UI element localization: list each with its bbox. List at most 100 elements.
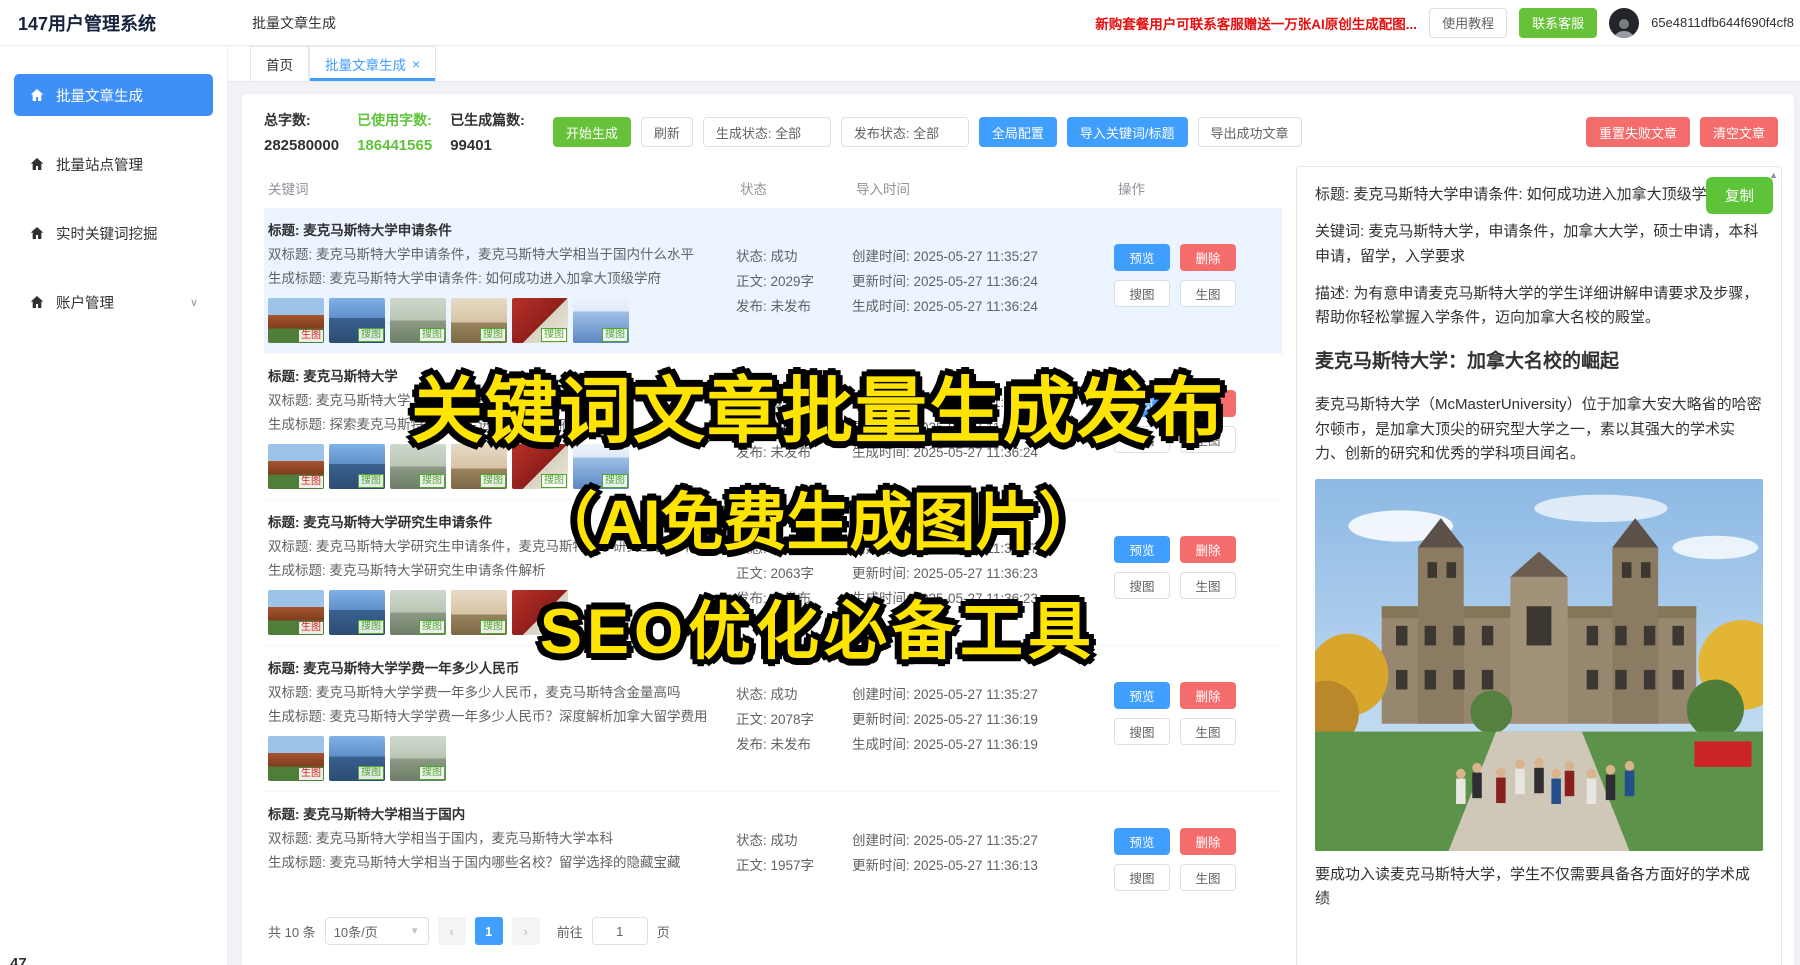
- tab-close-icon[interactable]: ×: [412, 56, 420, 72]
- delete-button[interactable]: 删除: [1180, 536, 1236, 563]
- header-import-time: 导入时间: [856, 178, 1118, 198]
- prev-page-button[interactable]: ‹: [438, 917, 466, 945]
- sidebar-items: 批量文章生成批量站点管理实时关键词挖掘账户管理∨: [0, 74, 227, 323]
- status-line: 发布: 未发布: [736, 440, 852, 465]
- generate-image-button[interactable]: 生图: [1180, 864, 1236, 891]
- goto-page-input[interactable]: [592, 917, 648, 945]
- sidebar-item-batch-article-gen[interactable]: 批量文章生成: [14, 74, 213, 116]
- status-cell: 状态: 成功正文: 2078字发布: 未发布: [736, 657, 852, 781]
- generated-image-tag: 生图: [299, 622, 323, 634]
- article-thumbnail[interactable]: 搜图: [573, 298, 629, 343]
- article-thumbnail[interactable]: 搜图: [390, 736, 446, 781]
- searched-image-tag: 搜图: [480, 620, 506, 634]
- contact-support-button[interactable]: 联系客服: [1519, 8, 1597, 38]
- delete-button[interactable]: 删除: [1180, 682, 1236, 709]
- delete-button[interactable]: 删除: [1180, 828, 1236, 855]
- search-image-button[interactable]: 搜图: [1114, 280, 1170, 307]
- global-config-button[interactable]: 全局配置: [979, 117, 1057, 147]
- generate-image-button[interactable]: 生图: [1180, 718, 1236, 745]
- article-thumbnail[interactable]: 搜图: [512, 590, 568, 635]
- reset-failed-button[interactable]: 重置失败文章: [1586, 117, 1690, 147]
- search-image-button[interactable]: 搜图: [1114, 572, 1170, 599]
- status-line: 状态: 成功: [736, 828, 852, 853]
- generate-image-button[interactable]: 生图: [1180, 280, 1236, 307]
- preview-button[interactable]: 预览: [1114, 828, 1170, 855]
- article-thumbnail[interactable]: 搜图: [329, 590, 385, 635]
- tab-home[interactable]: 首页: [250, 46, 309, 81]
- search-image-button[interactable]: 搜图: [1114, 718, 1170, 745]
- preview-button[interactable]: 预览: [1114, 244, 1170, 271]
- copy-button[interactable]: 复制: [1706, 177, 1773, 214]
- status-line: 正文: 2063字: [736, 561, 852, 586]
- import-keywords-button[interactable]: 导入关键词/标题: [1067, 117, 1188, 147]
- campus-photo: [1315, 479, 1763, 851]
- article-thumbnail[interactable]: 搜图: [390, 298, 446, 343]
- search-image-button[interactable]: 搜图: [1114, 864, 1170, 891]
- user-id: 65e4811dfb644f690f4cf8: [1651, 15, 1794, 30]
- article-thumbnail[interactable]: 生图: [268, 444, 324, 489]
- generate-image-button[interactable]: 生图: [1180, 426, 1236, 453]
- article-thumbnail[interactable]: 生图: [268, 736, 324, 781]
- goto-label: 前往: [557, 922, 583, 941]
- promo-notice[interactable]: 新购套餐用户可联系客服赠送一万张AI原创生成配图...: [1095, 13, 1417, 33]
- article-thumbnail[interactable]: 搜图: [329, 444, 385, 489]
- sidebar-item-account-mgmt[interactable]: 账户管理∨: [14, 281, 213, 323]
- article-thumbnail[interactable]: 搜图: [451, 298, 507, 343]
- sidebar-item-realtime-keyword-mining[interactable]: 实时关键词挖掘: [14, 212, 213, 254]
- search-image-button[interactable]: 搜图: [1114, 426, 1170, 453]
- article-thumbnail[interactable]: 搜图: [573, 444, 629, 489]
- pagination-total: 共 10 条: [268, 922, 316, 941]
- preview-heading: 麦克马斯特大学：加拿大名校的崛起: [1315, 347, 1763, 378]
- generate-image-button[interactable]: 生图: [1180, 572, 1236, 599]
- article-thumbnail[interactable]: 生图: [268, 590, 324, 635]
- status-line: 发布: 未发布: [736, 732, 852, 757]
- current-page[interactable]: 1: [475, 917, 503, 945]
- status-line: 正文: 2045字: [736, 415, 852, 440]
- sidebar-item-batch-site-mgmt[interactable]: 批量站点管理: [14, 143, 213, 185]
- time-line: 生成时间: 2025-05-27 11:36:24: [852, 440, 1114, 465]
- table-row[interactable]: 标题: 麦克马斯特大学申请条件双标题: 麦克马斯特大学申请条件，麦克马斯特大学相…: [264, 208, 1282, 354]
- chevron-down-icon: ▼: [410, 926, 420, 937]
- table-row[interactable]: 标题: 麦克马斯特大学相当于国内双标题: 麦克马斯特大学相当于国内，麦克马斯特大…: [264, 792, 1282, 901]
- preview-button[interactable]: 预览: [1114, 390, 1170, 417]
- article-thumbnail[interactable]: 搜图: [390, 444, 446, 489]
- article-thumbnail[interactable]: 生图: [268, 298, 324, 343]
- gen-status-select[interactable]: 生成状态: 全部: [703, 117, 831, 147]
- article-thumbnail[interactable]: 搜图: [329, 736, 385, 781]
- home-icon: [29, 87, 45, 103]
- pub-status-select[interactable]: 发布状态: 全部: [841, 117, 969, 147]
- page-size-select[interactable]: 10条/页 ▼: [325, 917, 429, 945]
- tab-bar: 首页批量文章生成×: [228, 46, 1800, 82]
- article-thumbnail[interactable]: 搜图: [390, 590, 446, 635]
- article-thumbnail[interactable]: 搜图: [512, 298, 568, 343]
- preview-button[interactable]: 预览: [1114, 682, 1170, 709]
- table-row[interactable]: 标题: 麦克马斯特大学学费一年多少人民币双标题: 麦克马斯特大学学费一年多少人民…: [264, 646, 1282, 792]
- table-row[interactable]: 标题: 麦克马斯特大学研究生申请条件双标题: 麦克马斯特大学研究生申请条件，麦克…: [264, 500, 1282, 646]
- tab-batch-article-gen[interactable]: 批量文章生成×: [309, 46, 436, 81]
- article-double-title: 双标题: 麦克马斯特大学学费一年多少人民币，麦克马斯特含金量高吗: [268, 681, 722, 705]
- tutorial-button[interactable]: 使用教程: [1429, 8, 1507, 38]
- article-thumbnail[interactable]: 搜图: [451, 590, 507, 635]
- clear-articles-button[interactable]: 清空文章: [1700, 117, 1778, 147]
- sidebar-item-label: 批量文章生成: [56, 85, 143, 106]
- preview-footer-text: 要成功入读麦克马斯特大学，学生不仅需要具备各方面好的学术成绩: [1315, 863, 1763, 912]
- status-cell: 状态: 成功正文: 1957字: [736, 803, 852, 891]
- next-page-button[interactable]: ›: [512, 917, 540, 945]
- delete-button[interactable]: 删除: [1180, 390, 1236, 417]
- article-thumbnail[interactable]: 搜图: [451, 444, 507, 489]
- preview-keywords: 关键词: 麦克马斯特大学，申请条件，加拿大大学，硕士申请，本科申请，留学，入学要…: [1315, 220, 1763, 269]
- table-row[interactable]: 标题: 麦克马斯特大学双标题: 麦克马斯特大学生成标题: 探索麦克马斯特大学，走…: [264, 354, 1282, 500]
- avatar[interactable]: [1609, 8, 1639, 38]
- time-line: 创建时间: 2025-05-27 11:35:27: [852, 244, 1114, 269]
- article-thumbnail[interactable]: 搜图: [512, 444, 568, 489]
- preview-body: 麦克马斯特大学（McMasterUniversity）位于加拿大安大略省的哈密尔…: [1315, 393, 1763, 466]
- article-title: 标题: 麦克马斯特大学相当于国内: [268, 803, 722, 827]
- status-line: 发布: 未发布: [736, 586, 852, 611]
- delete-button[interactable]: 删除: [1180, 244, 1236, 271]
- refresh-button[interactable]: 刷新: [641, 117, 693, 147]
- ops-cell: 预览删除搜图生图: [1114, 657, 1264, 781]
- preview-button[interactable]: 预览: [1114, 536, 1170, 563]
- export-success-button[interactable]: 导出成功文章: [1198, 117, 1302, 147]
- start-generate-button[interactable]: 开始生成: [553, 117, 631, 147]
- article-thumbnail[interactable]: 搜图: [329, 298, 385, 343]
